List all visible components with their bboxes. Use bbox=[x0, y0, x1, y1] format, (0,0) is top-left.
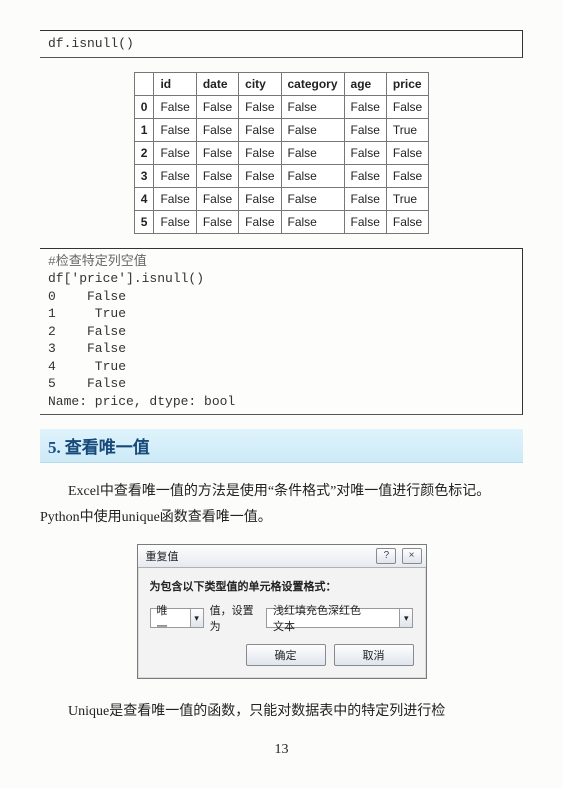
table-cell: False bbox=[281, 141, 344, 164]
table-cell: False bbox=[281, 187, 344, 210]
table-cell: False bbox=[196, 118, 238, 141]
row-index: 0 bbox=[134, 95, 154, 118]
table-cell: False bbox=[344, 187, 386, 210]
table-cell: False bbox=[281, 210, 344, 233]
table-cell: False bbox=[154, 187, 196, 210]
dialog-titlebar: 重复值 ? × bbox=[138, 545, 426, 568]
row-index: 4 bbox=[134, 187, 154, 210]
col-header: age bbox=[344, 72, 386, 95]
table-row: 3FalseFalseFalseFalseFalseFalse bbox=[134, 164, 428, 187]
isnull-output-table: iddatecitycategoryageprice 0FalseFalseFa… bbox=[134, 72, 429, 234]
duplicate-values-dialog: 重复值 ? × 为包含以下类型值的单元格设置格式： 唯一▾ 值，设置为 浅红填充… bbox=[137, 544, 427, 679]
table-cell: False bbox=[239, 164, 281, 187]
paragraph-1: Excel中查看唯一值的方法是使用“条件格式”对唯一值进行颜色标记。Python… bbox=[40, 479, 523, 529]
col-header: id bbox=[154, 72, 196, 95]
page-number: 13 bbox=[40, 742, 523, 758]
table-row: 4FalseFalseFalseFalseFalseTrue bbox=[134, 187, 428, 210]
format-combo[interactable]: 浅红填充色深红色文本▾ bbox=[266, 608, 414, 628]
chevron-down-icon: ▾ bbox=[399, 609, 412, 627]
table-cell: False bbox=[344, 210, 386, 233]
table-cell: False bbox=[196, 210, 238, 233]
col-header: city bbox=[239, 72, 281, 95]
table-cell: False bbox=[281, 95, 344, 118]
row-index: 5 bbox=[134, 210, 154, 233]
table-cell: True bbox=[386, 187, 428, 210]
table-cell: False bbox=[154, 210, 196, 233]
table-cell: False bbox=[344, 141, 386, 164]
table-cell: False bbox=[196, 164, 238, 187]
code-block-isnull: df.isnull() bbox=[40, 30, 523, 58]
paragraph-2: Unique是查看唯一值的函数，只能对数据表中的特定列进行检 bbox=[40, 699, 523, 724]
table-cell: True bbox=[386, 118, 428, 141]
table-cell: False bbox=[154, 118, 196, 141]
col-header: date bbox=[196, 72, 238, 95]
table-row: 0FalseFalseFalseFalseFalseFalse bbox=[134, 95, 428, 118]
table-row: 5FalseFalseFalseFalseFalseFalse bbox=[134, 210, 428, 233]
table-cell: False bbox=[239, 118, 281, 141]
table-row: 1FalseFalseFalseFalseFalseTrue bbox=[134, 118, 428, 141]
col-header: price bbox=[386, 72, 428, 95]
ok-button[interactable]: 确定 bbox=[246, 644, 326, 666]
table-cell: False bbox=[239, 95, 281, 118]
rule-type-combo[interactable]: 唯一▾ bbox=[150, 608, 204, 628]
table-cell: False bbox=[386, 210, 428, 233]
table-cell: False bbox=[239, 141, 281, 164]
table-cell: False bbox=[154, 141, 196, 164]
table-cell: False bbox=[154, 164, 196, 187]
table-cell: False bbox=[281, 164, 344, 187]
row-index: 2 bbox=[134, 141, 154, 164]
row-index: 1 bbox=[134, 118, 154, 141]
help-icon[interactable]: ? bbox=[376, 548, 396, 564]
table-cell: False bbox=[239, 210, 281, 233]
close-icon[interactable]: × bbox=[402, 548, 422, 564]
table-cell: False bbox=[344, 118, 386, 141]
table-cell: False bbox=[344, 95, 386, 118]
row-index: 3 bbox=[134, 164, 154, 187]
dialog-label: 为包含以下类型值的单元格设置格式： bbox=[150, 578, 414, 594]
table-cell: False bbox=[196, 141, 238, 164]
table-cell: False bbox=[281, 118, 344, 141]
table-cell: False bbox=[344, 164, 386, 187]
section-heading: 5.查看唯一值 bbox=[40, 429, 523, 463]
section-title: 查看唯一值 bbox=[65, 438, 150, 457]
dialog-mid-text: 值，设置为 bbox=[210, 602, 260, 634]
table-cell: False bbox=[239, 187, 281, 210]
col-header: category bbox=[281, 72, 344, 95]
table-cell: False bbox=[154, 95, 196, 118]
dialog-title-text: 重复值 bbox=[146, 548, 179, 564]
table-cell: False bbox=[386, 141, 428, 164]
code-block-price-isnull: #检查特定列空值 df['price'].isnull() 0 False 1 … bbox=[40, 248, 523, 416]
cancel-button[interactable]: 取消 bbox=[334, 644, 414, 666]
table-cell: False bbox=[196, 187, 238, 210]
table-cell: False bbox=[386, 164, 428, 187]
chevron-down-icon: ▾ bbox=[190, 609, 203, 627]
table-row: 2FalseFalseFalseFalseFalseFalse bbox=[134, 141, 428, 164]
section-number: 5. bbox=[48, 438, 61, 457]
table-cell: False bbox=[196, 95, 238, 118]
table-cell: False bbox=[386, 95, 428, 118]
